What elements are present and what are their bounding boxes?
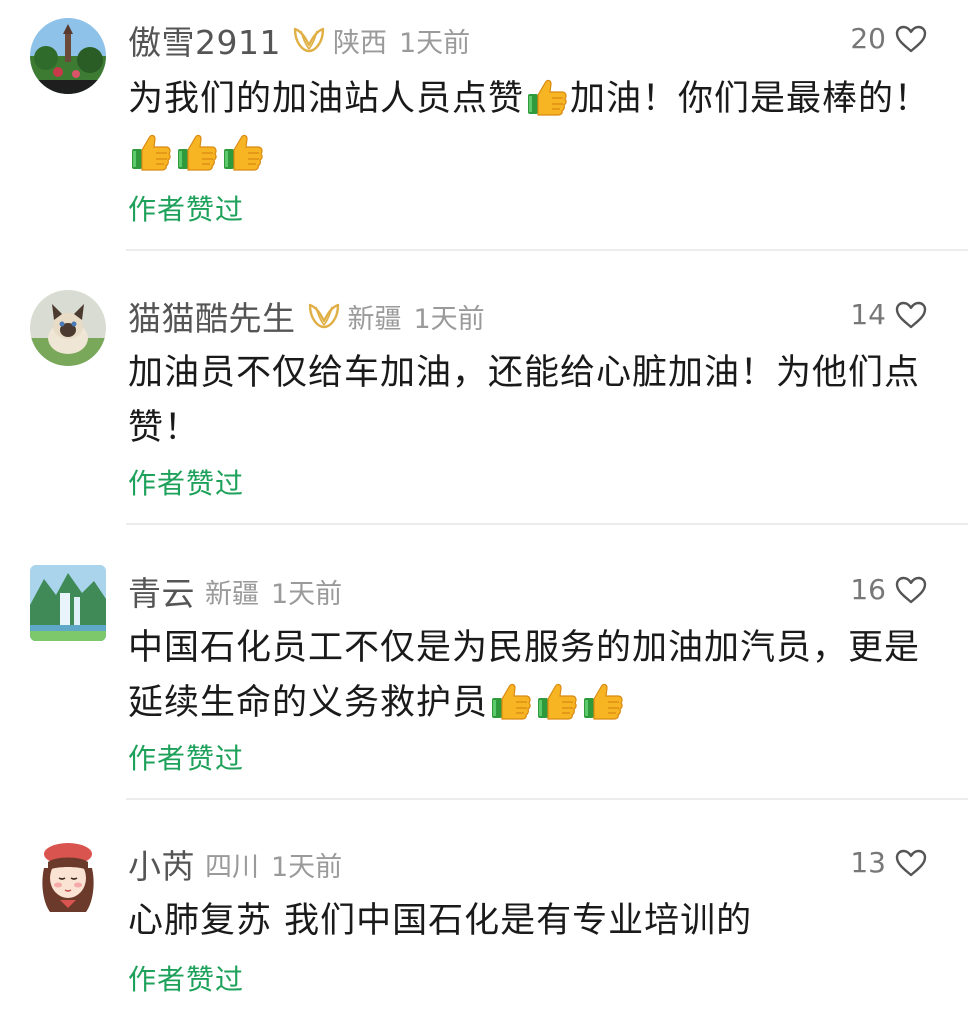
thumbs-up-emoji-icon	[129, 129, 173, 173]
author-liked-label: 作者赞过	[128, 742, 245, 775]
like-button[interactable]: 16	[850, 573, 928, 606]
divider	[126, 249, 968, 251]
like-button[interactable]: 14	[850, 298, 928, 331]
avatar[interactable]	[30, 838, 106, 914]
like-count: 16	[850, 573, 886, 606]
like-count: 20	[850, 22, 886, 55]
heart-outline-icon[interactable]	[894, 24, 928, 54]
comment-text-part: 为我们的加油站人员点赞	[128, 79, 525, 119]
username[interactable]: 傲雪2911	[128, 16, 281, 64]
waterfall-avatar-icon	[30, 565, 106, 641]
author-liked-label: 作者赞过	[128, 467, 245, 500]
region-label: 新疆	[205, 578, 259, 610]
timestamp: 1天前	[271, 851, 343, 883]
comment-text: 心肺复苏 我们中国石化是有专业培训的	[128, 901, 753, 941]
author-liked-label: 作者赞过	[128, 193, 245, 226]
avatar[interactable]	[30, 18, 106, 94]
region-label: 四川	[205, 851, 259, 883]
heart-outline-icon[interactable]	[894, 300, 928, 330]
thumbs-up-emoji-icon	[175, 129, 219, 173]
like-button[interactable]: 13	[850, 846, 928, 879]
username[interactable]: 青云	[128, 567, 195, 615]
vip-badge-icon	[306, 301, 342, 331]
heart-outline-icon[interactable]	[894, 848, 928, 878]
comment-meta: 猫猫酷先生 新疆 1天前	[128, 290, 485, 342]
thumbs-up-emoji-icon	[221, 129, 265, 173]
timestamp: 1天前	[413, 303, 485, 335]
comment-meta: 青云 新疆 1天前	[128, 565, 342, 617]
landscape-avatar-icon	[30, 18, 106, 94]
comment-text: 中国石化员工不仅是为民服务的加油加汽员，更是延续生命的义务救护员	[128, 621, 938, 731]
like-button[interactable]: 20	[850, 22, 928, 55]
username[interactable]: 猫猫酷先生	[128, 292, 296, 340]
comment-meta: 小芮 四川 1天前	[128, 838, 342, 890]
thumbs-up-emoji-icon	[581, 678, 625, 722]
divider	[126, 523, 968, 525]
timestamp: 1天前	[398, 27, 471, 59]
comment-text-part: 加油！你们是最棒的！	[570, 79, 931, 119]
like-count: 13	[850, 846, 886, 879]
comment-text: 加油员不仅给车加油，还能给心脏加油！为他们点赞！	[128, 353, 921, 448]
avatar[interactable]	[30, 565, 106, 641]
region-label: 新疆	[347, 303, 402, 335]
thumbs-up-emoji-icon	[525, 74, 569, 118]
divider	[126, 798, 968, 800]
avatar[interactable]	[30, 290, 106, 366]
cat-avatar-icon	[30, 290, 106, 366]
author-liked-label: 作者赞过	[128, 963, 245, 996]
timestamp: 1天前	[271, 578, 343, 610]
comment-meta: 傲雪2911 陕西 1天前	[128, 14, 470, 66]
girl-avatar-icon	[42, 843, 94, 912]
region-label: 陕西	[332, 27, 387, 59]
comment-text: 为我们的加油站人员点赞 加油！你们是最棒的！	[128, 72, 938, 182]
thumbs-up-emoji-icon	[489, 678, 533, 722]
heart-outline-icon[interactable]	[894, 575, 928, 605]
like-count: 14	[850, 298, 886, 331]
vip-badge-icon	[291, 25, 327, 55]
thumbs-up-emoji-icon	[535, 678, 579, 722]
username[interactable]: 小芮	[128, 840, 195, 888]
